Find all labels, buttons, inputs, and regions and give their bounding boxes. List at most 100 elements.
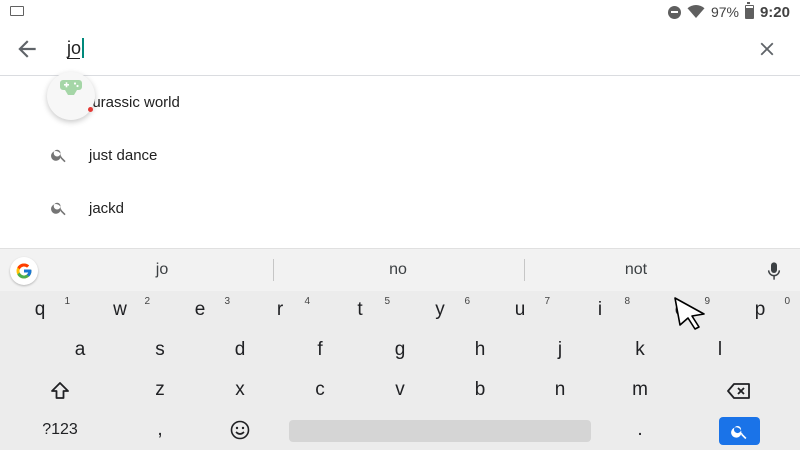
key-o[interactable]: o9 — [640, 290, 720, 330]
game-bubble[interactable] — [47, 72, 95, 120]
key-label: v — [395, 379, 405, 400]
search-action-key[interactable] — [719, 417, 760, 445]
key-label: c — [315, 379, 325, 400]
key-hint: 6 — [464, 296, 470, 307]
key-y[interactable]: y6 — [400, 290, 480, 330]
backspace-icon — [727, 383, 750, 399]
suggestion-text: jackd — [89, 200, 125, 217]
key-m[interactable]: m — [600, 370, 680, 410]
key-hint: 7 — [544, 296, 550, 307]
key-k[interactable]: k — [600, 330, 680, 370]
search-icon — [51, 149, 66, 163]
suggestion-text: just dance — [89, 147, 158, 164]
suggestion-item[interactable]: jurassic world — [0, 76, 800, 129]
google-logo-icon — [16, 263, 32, 279]
suggestion-item[interactable]: just dance — [0, 129, 800, 182]
key-n[interactable]: n — [520, 370, 600, 410]
shift-key[interactable] — [20, 370, 100, 410]
wifi-icon — [687, 5, 705, 18]
suggestion-item[interactable]: jackd — [0, 182, 800, 235]
shift-arrow-icon — [51, 382, 69, 399]
key-j[interactable]: j — [520, 330, 600, 370]
key-hint: 3 — [224, 296, 230, 307]
key-g[interactable]: g — [360, 330, 440, 370]
search-icon — [731, 425, 747, 440]
key-x[interactable]: x — [200, 370, 280, 410]
key-e[interactable]: e3 — [160, 290, 240, 330]
search-input[interactable]: jo — [67, 36, 85, 60]
key-label: b — [474, 379, 486, 400]
google-g-icon[interactable] — [10, 257, 38, 285]
key-r[interactable]: r4 — [240, 290, 320, 330]
key-z[interactable]: z — [120, 370, 200, 410]
key-l[interactable]: l — [680, 330, 760, 370]
key-v[interactable]: v — [360, 370, 440, 410]
key-label: j — [557, 339, 563, 360]
comma-key-label: , — [157, 419, 163, 440]
key-label: a — [74, 339, 86, 360]
key-label: m — [632, 379, 648, 400]
key-a[interactable]: a — [40, 330, 120, 370]
key-label: d — [234, 339, 246, 360]
comma-key[interactable]: , — [120, 410, 200, 450]
key-label: n — [554, 379, 566, 400]
key-s[interactable]: s — [120, 330, 200, 370]
microphone-icon[interactable] — [766, 261, 782, 281]
key-label: z — [155, 379, 165, 400]
text-cursor — [82, 38, 85, 58]
key-hint: 9 — [704, 296, 710, 307]
period-key[interactable]: . — [600, 410, 680, 450]
prediction-divider — [524, 259, 525, 281]
key-f[interactable]: f — [280, 330, 360, 370]
symbols-key[interactable]: ?123 — [20, 410, 100, 450]
symbols-key-label: ?123 — [42, 421, 78, 438]
key-q[interactable]: q1 — [0, 290, 80, 330]
key-p[interactable]: p0 — [720, 290, 800, 330]
gamepad-icon — [60, 80, 82, 95]
notification-dot — [88, 107, 93, 112]
screen-cast-icon — [10, 6, 24, 16]
space-key[interactable] — [289, 420, 591, 442]
key-label: x — [235, 379, 245, 400]
key-c[interactable]: c — [280, 370, 360, 410]
key-t[interactable]: t5 — [320, 290, 400, 330]
prediction-3[interactable]: not — [596, 261, 676, 279]
key-h[interactable]: h — [440, 330, 520, 370]
key-hint: 0 — [784, 296, 790, 307]
key-u[interactable]: u7 — [480, 290, 560, 330]
search-query-text: jo — [67, 38, 82, 58]
key-label: l — [717, 339, 723, 360]
back-arrow-icon[interactable] — [14, 36, 40, 62]
backspace-key[interactable] — [700, 370, 780, 410]
search-icon — [51, 202, 66, 216]
key-hint: 4 — [304, 296, 310, 307]
period-key-label: . — [637, 419, 643, 440]
emoji-key[interactable] — [200, 410, 280, 450]
close-icon[interactable] — [756, 38, 778, 60]
suggestion-strip: jo no not — [0, 249, 800, 291]
prediction-2[interactable]: no — [358, 261, 438, 279]
key-label: k — [635, 339, 645, 360]
screen: 97% 9:20 jo jurassic world just dance ja… — [0, 0, 800, 450]
key-d[interactable]: d — [200, 330, 280, 370]
battery-percent: 97% — [710, 4, 739, 20]
key-label: f — [317, 339, 323, 360]
do-not-disturb-icon — [667, 5, 681, 19]
prediction-divider — [273, 259, 274, 281]
key-i[interactable]: i8 — [560, 290, 640, 330]
key-label: g — [394, 339, 406, 360]
key-w[interactable]: w2 — [80, 290, 160, 330]
clock: 9:20 — [759, 3, 790, 21]
composing-underline — [67, 58, 81, 59]
key-hint: 8 — [624, 296, 630, 307]
suggestion-list: jurassic world just dance jackd — [0, 76, 800, 235]
key-hint: 2 — [144, 296, 150, 307]
smiley-icon — [230, 420, 250, 440]
key-b[interactable]: b — [440, 370, 520, 410]
key-label: h — [474, 339, 486, 360]
search-bar: jo — [0, 24, 800, 76]
prediction-1[interactable]: jo — [122, 261, 202, 279]
key-hint: 1 — [64, 296, 70, 307]
status-icons: 97% 9:20 — [667, 0, 790, 24]
battery-icon — [744, 2, 754, 19]
